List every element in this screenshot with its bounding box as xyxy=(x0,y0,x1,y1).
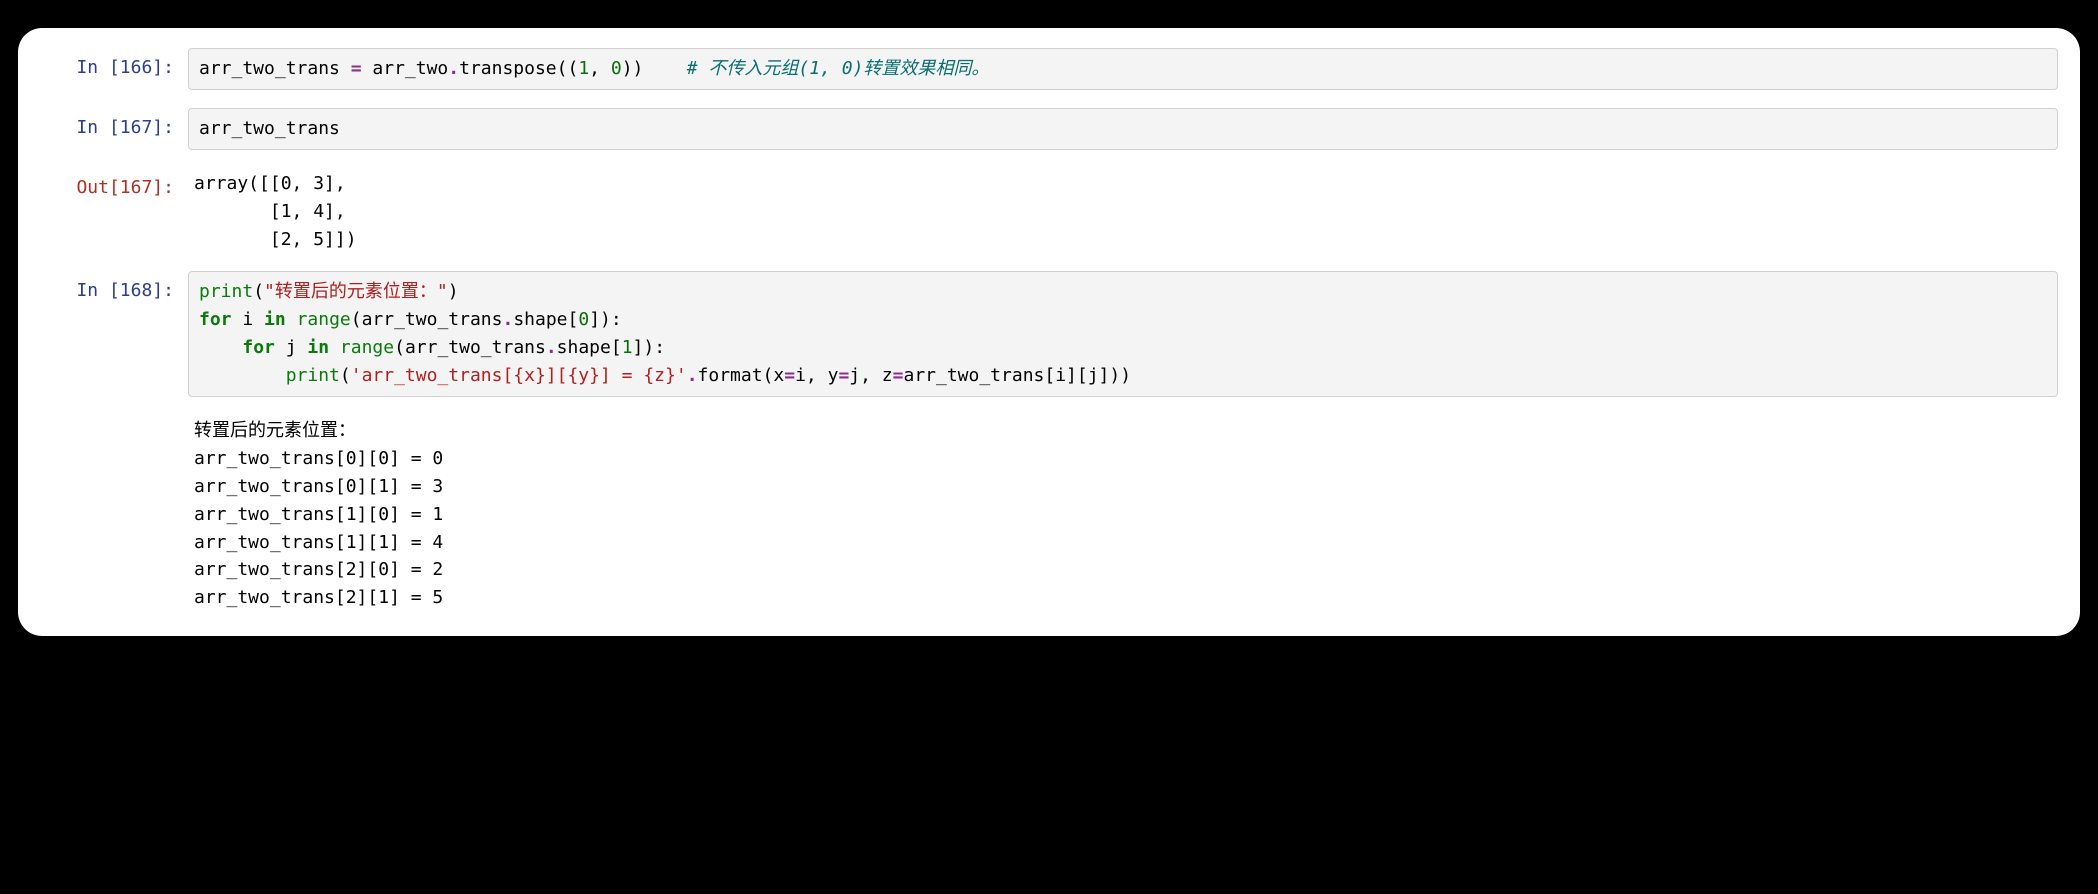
code-token: . xyxy=(546,337,557,358)
code-token: shape[ xyxy=(557,337,622,358)
cell-168-stdout: 转置后的元素位置： arr_two_trans[0][0] = 0 arr_tw… xyxy=(18,415,2080,612)
code-token: = xyxy=(838,365,849,386)
code-token: ]): xyxy=(589,309,622,330)
code-token xyxy=(199,337,242,358)
code-token: = xyxy=(351,58,362,79)
code-token: ) xyxy=(448,281,459,302)
code-token: i xyxy=(232,309,265,330)
prompt-in-166: In [166]: xyxy=(18,48,188,82)
code-token: ]): xyxy=(633,337,666,358)
code-token xyxy=(329,337,340,358)
prompt-empty xyxy=(18,415,188,421)
code-token: = xyxy=(784,365,795,386)
code-token: print xyxy=(286,365,340,386)
code-token: (arr_two_trans xyxy=(351,309,503,330)
code-token: arr_two_trans[i][j])) xyxy=(903,365,1131,386)
code-token xyxy=(199,365,286,386)
prompt-in-167: In [167]: xyxy=(18,108,188,142)
code-token: range xyxy=(340,337,394,358)
code-token: . xyxy=(687,365,698,386)
code-token: (arr_two_trans xyxy=(394,337,546,358)
code-input-168[interactable]: print("转置后的元素位置：") for i in range(arr_tw… xyxy=(188,271,2058,397)
code-string: 'arr_two_trans[{x}][{y}] = {z}' xyxy=(351,365,687,386)
code-token: , xyxy=(589,58,611,79)
code-keyword: for xyxy=(199,309,232,330)
code-comment: # 不传入元组(1, 0)转置效果相同。 xyxy=(687,58,990,79)
code-string: "转置后的元素位置：" xyxy=(264,281,448,302)
cell-167: In [167]: arr_two_trans xyxy=(18,108,2080,150)
code-token: 0 xyxy=(611,58,622,79)
code-token: 1 xyxy=(622,337,633,358)
code-token: arr_two_trans xyxy=(199,58,351,79)
output-text-168: 转置后的元素位置： arr_two_trans[0][0] = 0 arr_tw… xyxy=(188,415,2058,612)
code-token: print xyxy=(199,281,253,302)
prompt-in-168: In [168]: xyxy=(18,271,188,305)
code-token: j, z xyxy=(849,365,892,386)
jupyter-notebook: In [166]: arr_two_trans = arr_two.transp… xyxy=(18,28,2080,636)
code-token: 1 xyxy=(578,58,589,79)
code-token xyxy=(286,309,297,330)
code-token: = xyxy=(893,365,904,386)
code-token: )) xyxy=(622,58,687,79)
code-token: arr_two xyxy=(362,58,449,79)
code-token: . xyxy=(448,58,459,79)
code-token: . xyxy=(502,309,513,330)
code-token: shape[ xyxy=(513,309,578,330)
code-token: format(x xyxy=(698,365,785,386)
code-token: range xyxy=(297,309,351,330)
output-text-167: array([[0, 3], [1, 4], [2, 5]]) xyxy=(188,168,2058,254)
cell-168: In [168]: print("转置后的元素位置：") for i in ra… xyxy=(18,271,2080,397)
prompt-out-167: Out[167]: xyxy=(18,168,188,202)
cell-166: In [166]: arr_two_trans = arr_two.transp… xyxy=(18,48,2080,90)
code-token: i, y xyxy=(795,365,838,386)
code-token: transpose(( xyxy=(459,58,578,79)
code-keyword: for xyxy=(242,337,275,358)
code-token: ( xyxy=(340,365,351,386)
code-keyword: in xyxy=(264,309,286,330)
code-token: ( xyxy=(253,281,264,302)
code-input-166[interactable]: arr_two_trans = arr_two.transpose((1, 0)… xyxy=(188,48,2058,90)
code-token: 0 xyxy=(578,309,589,330)
code-keyword: in xyxy=(307,337,329,358)
code-input-167[interactable]: arr_two_trans xyxy=(188,108,2058,150)
cell-167-out: Out[167]: array([[0, 3], [1, 4], [2, 5]]… xyxy=(18,168,2080,254)
code-token: j xyxy=(275,337,308,358)
